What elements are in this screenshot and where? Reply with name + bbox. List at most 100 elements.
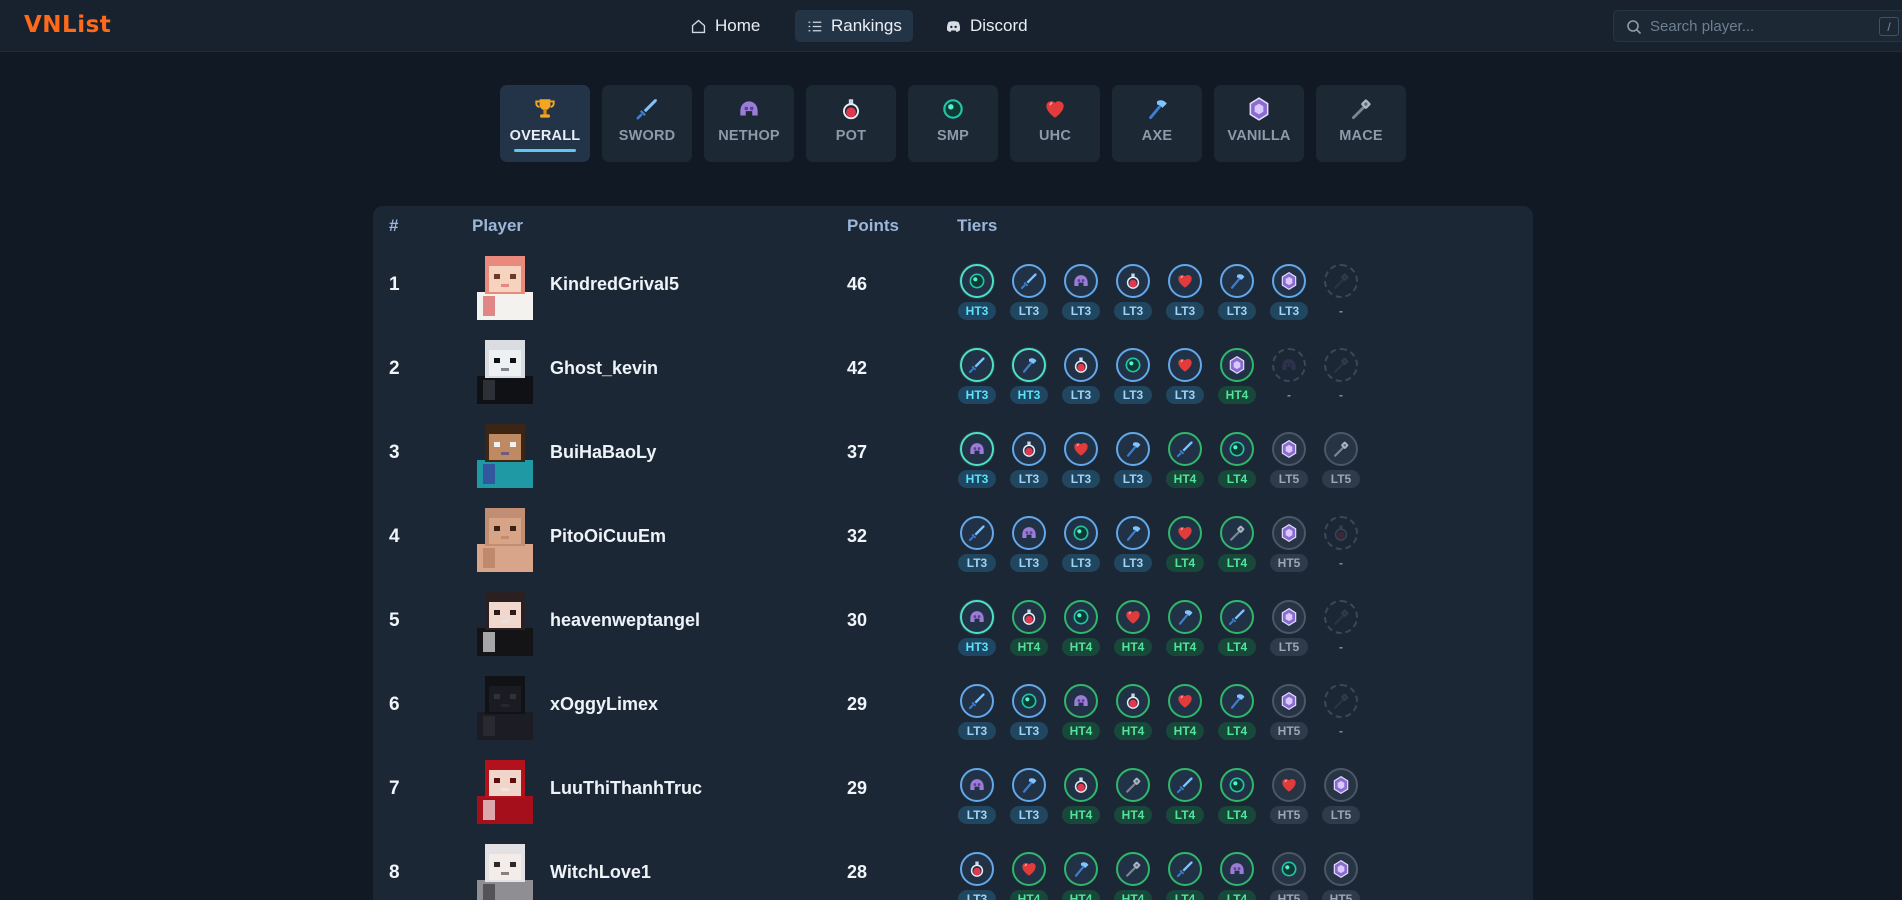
mode-tab-overall[interactable]: OVERALL [500, 85, 590, 162]
tier-vanilla[interactable]: HT5 [1269, 684, 1309, 744]
tier-smp[interactable]: LT3 [1061, 516, 1101, 576]
tier-nethop[interactable]: LT4 [1217, 852, 1257, 900]
tier-sword[interactable]: LT3 [957, 516, 997, 576]
tier-uhc[interactable]: HT4 [1165, 684, 1205, 744]
tier-smp[interactable]: HT5 [1269, 852, 1309, 900]
tier-axe[interactable]: LT3 [1113, 516, 1153, 576]
table-row[interactable]: 8 WitchLove1 28 LT3 HT4 HT4 HT4 LT4 LT4 HT5 HT5 [373, 832, 1533, 900]
tier-vanilla[interactable]: HT4 [1217, 348, 1257, 408]
tier-pot[interactable]: LT3 [1061, 348, 1101, 408]
tier-sword[interactable]: LT4 [1217, 600, 1257, 660]
tier-mace[interactable]: HT4 [1113, 768, 1153, 828]
tier-nethop[interactable]: LT3 [1061, 264, 1101, 324]
table-row[interactable]: 1 KindredGrival5 46 HT3 LT3 LT3 LT3 LT3 LT3 LT3 - [373, 244, 1533, 328]
tier-axe[interactable]: LT3 [1113, 432, 1153, 492]
tier-mace[interactable]: - [1321, 600, 1361, 660]
tier-sword[interactable]: HT3 [957, 348, 997, 408]
tier-smp[interactable]: LT3 [1113, 348, 1153, 408]
tier-pot[interactable]: LT3 [1113, 264, 1153, 324]
tier-pot[interactable]: HT4 [1061, 768, 1101, 828]
tier-vanilla[interactable]: HT5 [1269, 516, 1309, 576]
potion-icon [838, 96, 864, 122]
tier-sword[interactable]: LT3 [957, 684, 997, 744]
table-row[interactable]: 3 BuiHaBaoLy 37 HT3 LT3 LT3 LT3 HT4 LT4 LT5 LT5 [373, 412, 1533, 496]
tier-sword[interactable]: LT4 [1165, 768, 1205, 828]
tier-vanilla[interactable]: LT5 [1269, 600, 1309, 660]
mode-tab-uhc[interactable]: UHC [1010, 85, 1100, 162]
tier-sword[interactable]: HT4 [1165, 432, 1205, 492]
tier-axe[interactable]: LT4 [1217, 684, 1257, 744]
mode-tab-sword[interactable]: SWORD [602, 85, 692, 162]
mode-tab-pot[interactable]: POT [806, 85, 896, 162]
tier-vanilla[interactable]: LT5 [1321, 768, 1361, 828]
tier-uhc[interactable]: LT3 [1165, 264, 1205, 324]
nav-home[interactable]: Home [679, 10, 771, 42]
tier-mace[interactable]: LT4 [1217, 516, 1257, 576]
mode-tab-axe[interactable]: AXE [1112, 85, 1202, 162]
table-row[interactable]: 2 Ghost_kevin 42 HT3 HT3 LT3 LT3 LT3 HT4 - - [373, 328, 1533, 412]
table-row[interactable]: 6 xOggyLimex 29 LT3 LT3 HT4 HT4 HT4 LT4 HT5 - [373, 664, 1533, 748]
tier-smp[interactable]: LT4 [1217, 768, 1257, 828]
tier-uhc[interactable]: LT3 [1165, 348, 1205, 408]
tier-vanilla[interactable]: LT5 [1269, 432, 1309, 492]
tier-axe[interactable]: HT4 [1165, 600, 1205, 660]
tier-vanilla[interactable]: LT3 [1269, 264, 1309, 324]
tier-nethop[interactable]: LT3 [1009, 516, 1049, 576]
sword-icon [967, 691, 987, 711]
tier-pot[interactable]: - [1321, 516, 1361, 576]
tier-icon-circle [1220, 852, 1254, 886]
tier-mace[interactable]: LT5 [1321, 432, 1361, 492]
player-name[interactable]: PitoOiCuuEm [550, 526, 666, 547]
tier-smp[interactable]: LT4 [1217, 432, 1257, 492]
tier-smp[interactable]: LT3 [1009, 684, 1049, 744]
tier-mace[interactable]: - [1321, 684, 1361, 744]
tier-pot[interactable]: LT3 [1009, 432, 1049, 492]
tier-sword[interactable]: LT3 [1009, 264, 1049, 324]
tier-mace[interactable]: - [1321, 264, 1361, 324]
tier-pot[interactable]: LT3 [957, 852, 997, 900]
player-name[interactable]: KindredGrival5 [550, 274, 679, 295]
tier-uhc[interactable]: HT4 [1009, 852, 1049, 900]
table-row[interactable]: 7 LuuThiThanhTruc 29 LT3 LT3 HT4 HT4 LT4 LT4 HT5 L… [373, 748, 1533, 832]
tier-smp[interactable]: HT3 [957, 264, 997, 324]
tier-mace[interactable]: - [1321, 348, 1361, 408]
tier-nethop[interactable]: LT3 [957, 768, 997, 828]
tier-mace[interactable]: HT4 [1113, 852, 1153, 900]
tier-badge: HT4 [1062, 890, 1100, 900]
tier-nethop[interactable]: - [1269, 348, 1309, 408]
tier-sword[interactable]: LT4 [1165, 852, 1205, 900]
tier-axe[interactable]: LT3 [1217, 264, 1257, 324]
nav-rankings[interactable]: Rankings [795, 10, 913, 42]
tier-nethop[interactable]: HT3 [957, 432, 997, 492]
tier-pot[interactable]: HT4 [1009, 600, 1049, 660]
tier-vanilla[interactable]: HT5 [1321, 852, 1361, 900]
tier-pot[interactable]: HT4 [1113, 684, 1153, 744]
table-row[interactable]: 4 PitoOiCuuEm 32 LT3 LT3 LT3 LT3 LT4 LT4 HT5 - [373, 496, 1533, 580]
tier-icon-circle [1168, 684, 1202, 718]
tier-badge: LT3 [958, 890, 996, 900]
player-name[interactable]: heavenweptangel [550, 610, 700, 631]
player-name[interactable]: Ghost_kevin [550, 358, 658, 379]
mode-tab-smp[interactable]: SMP [908, 85, 998, 162]
tier-nethop[interactable]: HT4 [1061, 684, 1101, 744]
tier-axe[interactable]: HT4 [1061, 852, 1101, 900]
mode-tab-vanilla[interactable]: VANILLA [1214, 85, 1304, 162]
tier-uhc[interactable]: HT5 [1269, 768, 1309, 828]
tier-badge: - [1339, 556, 1343, 570]
player-name[interactable]: xOggyLimex [550, 694, 658, 715]
tier-uhc[interactable]: HT4 [1113, 600, 1153, 660]
mode-tab-mace[interactable]: MACE [1316, 85, 1406, 162]
player-name[interactable]: WitchLove1 [550, 862, 651, 883]
tier-uhc[interactable]: LT3 [1061, 432, 1101, 492]
tier-uhc[interactable]: LT4 [1165, 516, 1205, 576]
search-input[interactable] [1650, 11, 1860, 41]
tier-nethop[interactable]: HT3 [957, 600, 997, 660]
tier-smp[interactable]: HT4 [1061, 600, 1101, 660]
tier-axe[interactable]: HT3 [1009, 348, 1049, 408]
player-name[interactable]: LuuThiThanhTruc [550, 778, 702, 799]
nav-discord[interactable]: Discord [934, 10, 1039, 42]
player-name[interactable]: BuiHaBaoLy [550, 442, 656, 463]
mode-tab-nethop[interactable]: NETHOP [704, 85, 794, 162]
tier-axe[interactable]: LT3 [1009, 768, 1049, 828]
table-row[interactable]: 5 heavenweptangel 30 HT3 HT4 HT4 HT4 HT4 LT4 LT5 - [373, 580, 1533, 664]
